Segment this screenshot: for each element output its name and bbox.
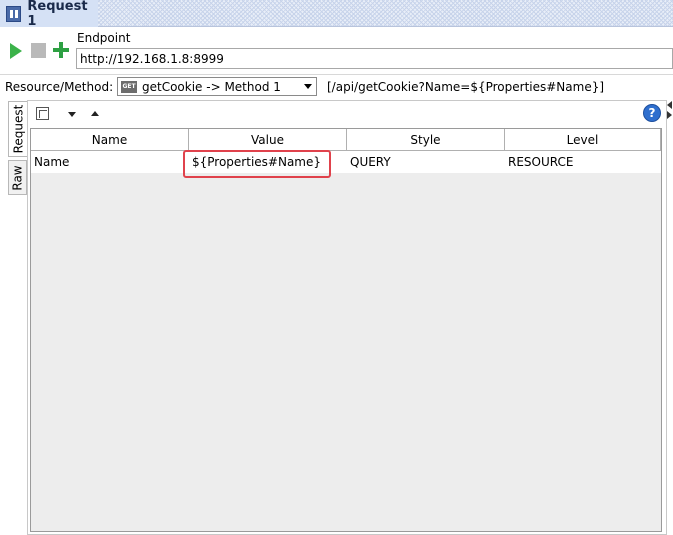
title-bar: Request 1 <box>0 0 673 29</box>
cell-name[interactable]: Name <box>31 151 189 173</box>
get-method-icon: GET <box>121 80 137 93</box>
cell-level[interactable]: RESOURCE <box>505 151 661 173</box>
help-icon[interactable]: ? <box>643 104 661 122</box>
resource-method-label: Resource/Method: <box>5 80 114 94</box>
resource-method-selected: getCookie -> Method 1 <box>142 79 281 94</box>
request-panel: ? Name Value Style Level Name ${Properti… <box>27 100 667 535</box>
resource-method-row: Resource/Method: GET getCookie -> Method… <box>0 74 673 98</box>
column-header-style[interactable]: Style <box>347 129 505 150</box>
column-header-name[interactable]: Name <box>31 129 189 150</box>
resource-method-select[interactable]: GET getCookie -> Method 1 <box>117 77 317 96</box>
tab-request-label: Request <box>11 104 25 154</box>
cell-style[interactable]: QUERY <box>347 151 505 173</box>
table-header: Name Value Style Level <box>31 129 661 151</box>
resource-path: [/api/getCookie?Name=${Properties#Name}] <box>327 80 605 94</box>
title-tab[interactable]: Request 1 <box>0 0 98 29</box>
chevron-down-icon[interactable] <box>304 84 312 89</box>
tab-request[interactable]: Request <box>8 101 27 157</box>
table-row[interactable]: Name ${Properties#Name} QUERY RESOURCE <box>31 151 661 173</box>
panel-collapse-arrows[interactable] <box>667 101 673 121</box>
column-header-value[interactable]: Value <box>189 129 347 150</box>
request-window-icon <box>6 5 22 22</box>
move-down-icon[interactable] <box>68 112 76 117</box>
move-up-icon[interactable] <box>91 111 99 116</box>
tab-raw-label: Raw <box>10 164 25 191</box>
endpoint-input[interactable] <box>76 48 673 69</box>
expand-icon[interactable] <box>36 107 49 120</box>
value-highlight-box <box>183 150 331 178</box>
window-title: Request 1 <box>27 0 88 29</box>
stop-icon[interactable] <box>31 43 46 58</box>
params-toolbar: ? <box>28 101 666 128</box>
params-table: Name Value Style Level Name ${Properties… <box>30 128 662 532</box>
play-icon[interactable] <box>10 43 22 59</box>
arrow-left-icon[interactable] <box>667 101 672 109</box>
endpoint-label: Endpoint <box>77 31 131 45</box>
tab-raw[interactable]: Raw <box>8 160 27 195</box>
add-icon[interactable] <box>53 42 69 58</box>
arrow-right-icon[interactable] <box>667 111 672 119</box>
vertical-tabs: Request Raw <box>8 101 27 535</box>
column-header-level[interactable]: Level <box>505 129 661 150</box>
